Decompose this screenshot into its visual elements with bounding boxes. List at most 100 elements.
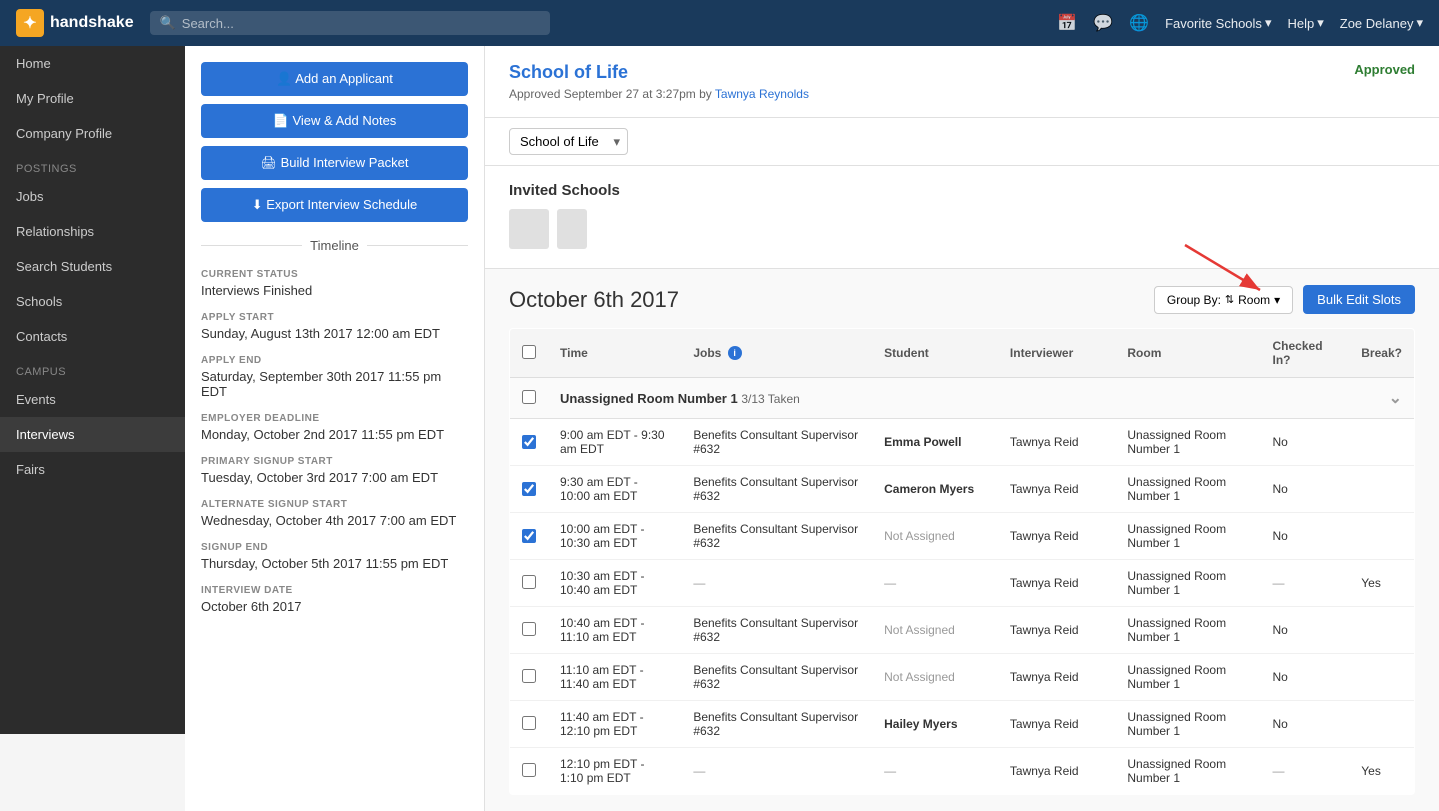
add-applicant-button[interactable]: 👤 Add an Applicant	[201, 62, 468, 96]
row-interviewer: Tawnya Reid	[998, 560, 1115, 607]
th-break: Break?	[1349, 329, 1414, 378]
invited-schools-section: Invited Schools	[485, 166, 1439, 269]
invited-schools-title: Invited Schools	[509, 182, 1415, 199]
schedule-section: October 6th 2017 Group By: ⇅ Room ▾	[485, 269, 1439, 811]
row-checkbox-cell	[510, 560, 549, 607]
sidebar-item-search-students[interactable]: Search Students	[0, 249, 185, 284]
room-group-checkbox[interactable]	[522, 390, 536, 404]
build-interview-packet-button[interactable]: 🖨 Build Interview Packet	[201, 146, 468, 180]
search-icon: 🔍	[160, 15, 176, 31]
row-checkbox[interactable]	[522, 669, 536, 683]
row-arrow-annotation	[509, 526, 517, 546]
row-job: —	[681, 748, 872, 795]
divider-line-right	[367, 245, 468, 246]
signup-end-block: SIGNUP END Thursday, October 5th 2017 11…	[201, 542, 468, 571]
search-bar[interactable]: 🔍	[150, 11, 550, 35]
table-row: 10:00 am EDT - 10:30 am EDTBenefits Cons…	[510, 513, 1415, 560]
th-time: Time	[548, 329, 681, 378]
row-job: Benefits Consultant Supervisor #632	[681, 701, 872, 748]
schedule-table: Time Jobs i Student Interviewer Room Che…	[509, 328, 1415, 795]
globe-icon[interactable]: 🌐	[1129, 13, 1149, 33]
row-checked-in: No	[1261, 654, 1350, 701]
row-room: Unassigned Room Number 1	[1115, 654, 1260, 701]
row-checkbox[interactable]	[522, 575, 536, 589]
interview-date-label: INTERVIEW DATE	[201, 585, 468, 596]
row-student: —	[872, 560, 998, 607]
favorite-schools-link[interactable]: Favorite Schools ▾	[1165, 15, 1271, 31]
school-header: School of Life Approved September 27 at …	[485, 46, 1439, 118]
chevron-down-icon: ⌄	[1389, 388, 1402, 408]
select-all-checkbox[interactable]	[522, 345, 536, 359]
primary-signup-value: Tuesday, October 3rd 2017 7:00 am EDT	[201, 470, 468, 485]
view-add-notes-button[interactable]: 📄 View & Add Notes	[201, 104, 468, 138]
help-link[interactable]: Help ▾	[1287, 15, 1323, 31]
table-row: 12:10 pm EDT - 1:10 pm EDT——Tawnya ReidU…	[510, 748, 1415, 795]
interview-date-value: October 6th 2017	[201, 599, 468, 614]
row-time: 11:40 am EDT - 12:10 pm EDT	[548, 701, 681, 748]
chevron-down-icon: ▾	[1317, 15, 1324, 31]
th-checkbox	[510, 329, 549, 378]
apply-start-block: APPLY START Sunday, August 13th 2017 12:…	[201, 312, 468, 341]
row-checkbox[interactable]	[522, 716, 536, 730]
row-checkbox[interactable]	[522, 435, 536, 449]
row-room: Unassigned Room Number 1	[1115, 560, 1260, 607]
row-break	[1349, 466, 1414, 513]
chat-icon[interactable]: 💬	[1093, 13, 1113, 33]
apply-start-label: APPLY START	[201, 312, 468, 323]
person-add-icon: 👤	[276, 71, 295, 86]
divider-line-left	[201, 245, 302, 246]
row-student: Not Assigned	[872, 654, 998, 701]
sidebar-item-home[interactable]: Home	[0, 46, 185, 81]
room-group-header: Unassigned Room Number 1 3/13 Taken ⌄	[510, 378, 1415, 419]
group-by-button[interactable]: Group By: ⇅ Room ▾	[1154, 286, 1293, 314]
row-checkbox[interactable]	[522, 529, 536, 543]
row-checked-in: —	[1261, 748, 1350, 795]
school-dropdown[interactable]: School of Life	[509, 128, 628, 155]
bulk-edit-wrapper: Bulk Edit Slots	[1303, 285, 1415, 314]
schedule-header: October 6th 2017 Group By: ⇅ Room ▾	[509, 285, 1415, 314]
sidebar-item-company-profile[interactable]: Company Profile	[0, 116, 185, 151]
row-break: Yes	[1349, 560, 1414, 607]
timeline-label: Timeline	[310, 238, 359, 253]
alternate-signup-block: ALTERNATE SIGNUP START Wednesday, Octobe…	[201, 499, 468, 528]
school-thumbnail-1	[509, 209, 549, 249]
alternate-signup-value: Wednesday, October 4th 2017 7:00 am EDT	[201, 513, 468, 528]
th-student: Student	[872, 329, 998, 378]
sidebar-item-contacts[interactable]: Contacts	[0, 319, 185, 354]
row-room: Unassigned Room Number 1	[1115, 513, 1260, 560]
chevron-down-icon: ▾	[1274, 293, 1280, 307]
user-menu-link[interactable]: Zoe Delaney ▾	[1340, 15, 1423, 31]
jobs-info-icon[interactable]: i	[728, 346, 742, 360]
row-interviewer: Tawnya Reid	[998, 419, 1115, 466]
sidebar-item-fairs[interactable]: Fairs	[0, 452, 185, 487]
sidebar-item-my-profile[interactable]: My Profile	[0, 81, 185, 116]
row-checkbox-cell	[510, 607, 549, 654]
sidebar-item-schools[interactable]: Schools	[0, 284, 185, 319]
sidebar: Home My Profile Company Profile Postings…	[0, 46, 185, 734]
school-approval-meta: Approved September 27 at 3:27pm by Tawny…	[509, 87, 809, 101]
sidebar-item-events[interactable]: Events	[0, 382, 185, 417]
room-group-collapse[interactable]: ⌄	[1349, 378, 1414, 419]
th-interviewer: Interviewer	[998, 329, 1115, 378]
approved-by-link[interactable]: Tawnya Reynolds	[715, 87, 809, 101]
sidebar-item-jobs[interactable]: Jobs	[0, 179, 185, 214]
primary-signup-block: PRIMARY SIGNUP START Tuesday, October 3r…	[201, 456, 468, 485]
current-status-block: CURRENT STATUS Interviews Finished	[201, 269, 468, 298]
apply-end-value: Saturday, September 30th 2017 11:55 pm E…	[201, 369, 468, 399]
export-interview-schedule-button[interactable]: ⬇ Export Interview Schedule	[201, 188, 468, 222]
school-name[interactable]: School of Life	[509, 62, 809, 83]
app-logo[interactable]: ✦ handshake	[16, 9, 134, 37]
row-interviewer: Tawnya Reid	[998, 466, 1115, 513]
sidebar-item-interviews[interactable]: Interviews	[0, 417, 185, 452]
row-checkbox[interactable]	[522, 763, 536, 777]
alternate-signup-label: ALTERNATE SIGNUP START	[201, 499, 468, 510]
calendar-icon[interactable]: 📅	[1057, 13, 1077, 33]
bulk-edit-slots-button[interactable]: Bulk Edit Slots	[1303, 285, 1415, 314]
row-checkbox[interactable]	[522, 622, 536, 636]
sidebar-item-relationships[interactable]: Relationships	[0, 214, 185, 249]
search-input[interactable]	[182, 16, 540, 31]
signup-end-value: Thursday, October 5th 2017 11:55 pm EDT	[201, 556, 468, 571]
row-checkbox-cell	[510, 748, 549, 795]
group-by-value: Room	[1238, 293, 1270, 307]
row-checkbox[interactable]	[522, 482, 536, 496]
